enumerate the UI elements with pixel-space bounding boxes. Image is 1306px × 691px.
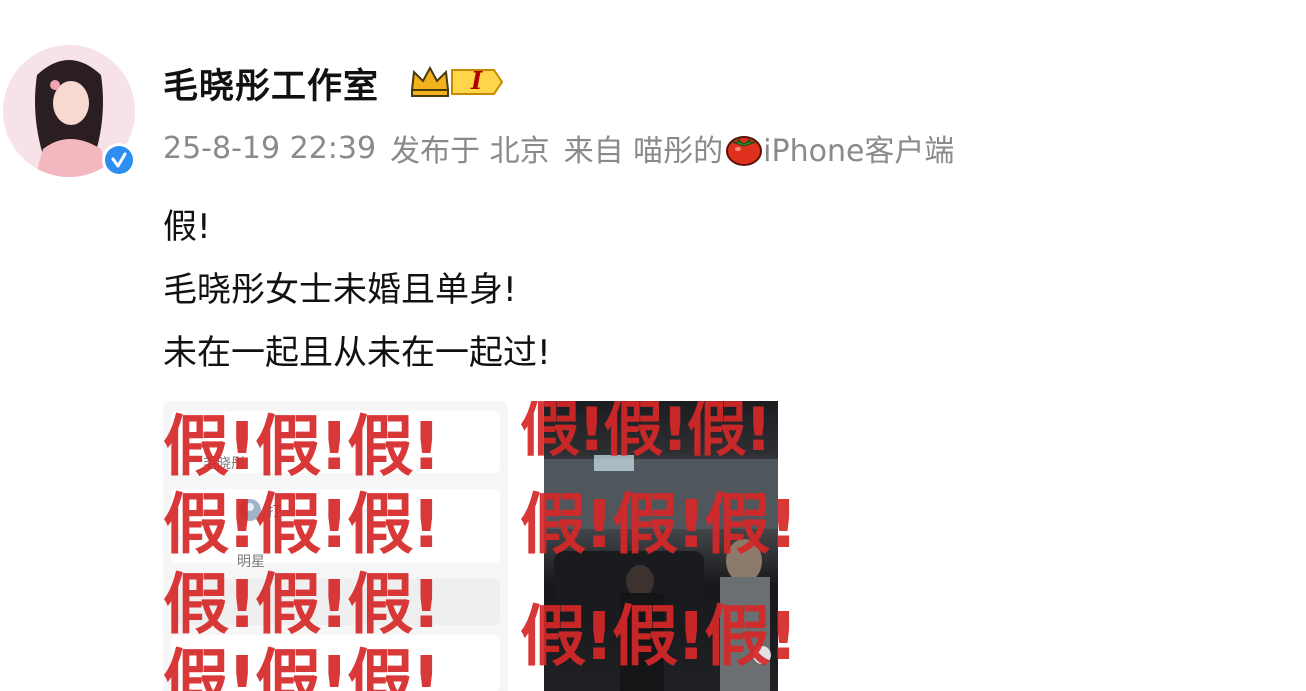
- post-body: 假! 毛晓彤女士未婚且单身! 未在一起且从未在一起过!: [163, 196, 551, 385]
- post-source-suffix[interactable]: iPhone客户端: [763, 126, 954, 170]
- author-name[interactable]: 毛晓彤工作室: [163, 58, 379, 109]
- post-source-prefix: 来自 喵彤的: [563, 134, 724, 169]
- verified-badge: [102, 143, 136, 177]
- tomato-icon: [726, 136, 763, 166]
- post-meta: 25-8-19 22:39 发布于 北京 来自 喵彤的 iPhone客户端: [163, 126, 954, 170]
- post-location: 发布于 北京: [390, 134, 550, 169]
- weibo-post: 毛晓彤工作室 I 25-8-19 22:39 发布于 北京 来自 喵彤的 iPh…: [0, 0, 1306, 691]
- watermark-text: 假!假!假!: [520, 401, 772, 465]
- post-line: 毛晓彤女士未婚且单身!: [163, 270, 517, 310]
- member-badge[interactable]: I: [408, 64, 506, 104]
- verified-check-icon: [105, 146, 133, 174]
- member-level: I: [471, 66, 483, 95]
- post-line: 未在一起且从未在一起过!: [163, 333, 551, 373]
- crown-icon: [410, 65, 504, 97]
- watermark-text: 假!假!假!: [163, 642, 441, 691]
- watermark-text: 假!假!假!: [520, 486, 798, 563]
- post-timestamp[interactable]: 25-8-19 22:39: [163, 131, 376, 166]
- watermark-text: 假!假!假!: [520, 598, 798, 675]
- post-image-2[interactable]: 假!假!假! 假!假!假! 假!假!假!: [520, 401, 860, 691]
- post-image-1[interactable]: 毛晓彤 打 明星 假!假!假! 假!假!假! 假!假!假! 假!假!假!: [163, 401, 508, 691]
- post-line: 假!: [163, 207, 211, 247]
